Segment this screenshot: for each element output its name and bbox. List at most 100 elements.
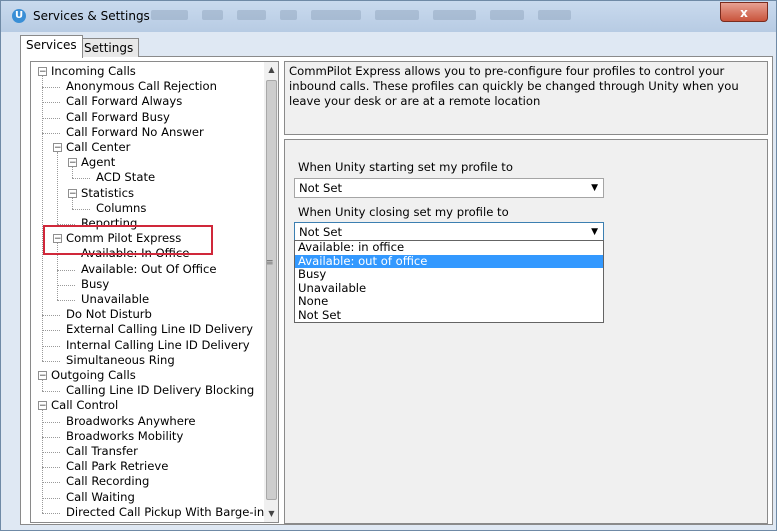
- dropdown-option[interactable]: Not Set: [295, 308, 603, 323]
- tree-item-label: Broadworks Anywhere: [66, 413, 196, 428]
- arrow-up-icon[interactable]: ▲: [264, 62, 278, 78]
- minus-box-icon[interactable]: −: [68, 158, 77, 168]
- tree-item[interactable]: Calling Line ID Delivery Blocking: [66, 383, 254, 398]
- tree-item-label: Outgoing Calls: [51, 368, 136, 382]
- tree-item-label: Simultaneous Ring: [66, 352, 175, 367]
- tree-item-label: Columns: [96, 200, 147, 215]
- tree-item[interactable]: Outgoing Calls: [51, 368, 136, 383]
- starting-profile-label: When Unity starting set my profile to: [298, 160, 513, 174]
- tree-item[interactable]: Busy: [81, 277, 109, 292]
- tree-item[interactable]: Call Park Retrieve: [66, 459, 168, 474]
- tree-item-label: Call Recording: [66, 474, 150, 489]
- scrollbar-thumb[interactable]: [266, 80, 277, 500]
- tree-item[interactable]: Call Center: [66, 140, 130, 155]
- dropdown-option[interactable]: Busy: [295, 267, 603, 282]
- tree-item[interactable]: Call Control: [51, 398, 118, 413]
- tree-branch-line: [57, 152, 58, 224]
- tree-item[interactable]: Do Not Disturb: [66, 307, 152, 322]
- annotation-highlight-box: [43, 225, 213, 255]
- tree-item[interactable]: Unavailable: [81, 292, 149, 307]
- tree-item[interactable]: Call Forward No Answer: [66, 125, 204, 140]
- tree-branch-line: [42, 410, 43, 513]
- tree-item[interactable]: Call Recording: [66, 474, 149, 489]
- tree-item-label: Available: Out Of Office: [81, 261, 217, 276]
- tree-branch-line: [42, 76, 43, 361]
- close-button[interactable]: x: [720, 2, 768, 22]
- tree-item-label: Call Forward Busy: [66, 109, 170, 124]
- minus-box-icon[interactable]: −: [38, 67, 47, 77]
- minus-box-icon[interactable]: −: [38, 371, 47, 381]
- tree-branch-line: [42, 421, 60, 423]
- tree-branch-line: [42, 512, 60, 514]
- tree-item[interactable]: Available: Out Of Office: [81, 262, 217, 277]
- tree-item-label: Call Park Retrieve: [66, 459, 169, 474]
- tree-item-label: Call Transfer: [66, 444, 138, 458]
- tree-item-label: External Calling Line ID Delivery: [66, 322, 254, 337]
- dropdown-option[interactable]: None: [295, 294, 603, 309]
- tree-item[interactable]: Statistics: [81, 186, 134, 201]
- unity-app-icon: U: [12, 9, 26, 23]
- tree-item-label: Unavailable: [81, 292, 150, 306]
- services-tree[interactable]: Incoming Calls − Anonymous Call Rejection C…: [30, 61, 279, 523]
- tree-item[interactable]: Columns: [96, 201, 146, 216]
- tree-branch-line: [42, 345, 60, 347]
- tree-branch-line: [57, 269, 75, 271]
- tree-branch-line: [72, 167, 73, 179]
- tree-item-label: Busy: [81, 276, 110, 291]
- starting-profile-select[interactable]: Not Set ▼: [294, 178, 604, 198]
- arrow-down-icon[interactable]: ▼: [264, 506, 278, 522]
- chevron-down-icon: ▼: [591, 227, 598, 237]
- tree-item-label: Statistics: [81, 185, 134, 200]
- tree-branch-line: [42, 436, 60, 438]
- tree-branch-line: [72, 197, 73, 209]
- tree-item[interactable]: Call Transfer: [66, 444, 138, 459]
- tab-settings[interactable]: Settings: [78, 38, 140, 57]
- title-bar[interactable]: U Services & Settings x: [1, 1, 776, 32]
- tree-item-label: Calling Line ID Delivery Blocking: [66, 383, 255, 398]
- service-description: CommPilot Express allows you to pre-conf…: [284, 61, 768, 135]
- minus-box-icon[interactable]: −: [68, 188, 77, 198]
- tree-item[interactable]: Anonymous Call Rejection: [66, 79, 217, 94]
- tab-services[interactable]: Services: [20, 35, 83, 58]
- tree-item[interactable]: Agent: [81, 155, 115, 170]
- tree-item[interactable]: Call Forward Busy: [66, 110, 170, 125]
- tree-item[interactable]: Simultaneous Ring: [66, 353, 175, 368]
- tree-item-label: Do Not Disturb: [66, 307, 152, 322]
- tree-item[interactable]: Internal Calling Line ID Delivery: [66, 338, 250, 353]
- tree-scrollbar[interactable]: ▲ ≡ ▼: [264, 62, 278, 522]
- tree-item-label: Directed Call Pickup With Barge-in: [66, 504, 265, 519]
- profile-settings-panel: When Unity starting set my profile to No…: [284, 139, 768, 524]
- tree-item-label: Call Forward No Answer: [66, 124, 204, 139]
- tree-item[interactable]: ACD State: [96, 170, 155, 185]
- tree-branch-line: [57, 300, 75, 301]
- tree-item-label: Incoming Calls: [51, 64, 136, 78]
- services-settings-window: U Services & Settings x Services Setting…: [0, 0, 777, 531]
- tree-branch-line: [72, 178, 90, 180]
- tree-item[interactable]: Broadworks Mobility: [66, 429, 183, 444]
- tree-item[interactable]: Directed Call Pickup With Barge-in: [66, 505, 264, 520]
- tree-item[interactable]: Broadworks Anywhere: [66, 414, 196, 429]
- closing-profile-dropdown-list[interactable]: Available: in office Available: out of o…: [294, 240, 604, 323]
- tree-item-label: Agent: [81, 155, 116, 170]
- tree-item[interactable]: Call Waiting: [66, 490, 135, 505]
- tree-branch-line: [42, 360, 60, 362]
- tree-item-label: Anonymous Call Rejection: [66, 79, 217, 94]
- tree-item[interactable]: Incoming Calls: [51, 64, 136, 79]
- dropdown-option[interactable]: Available: out of office: [295, 254, 603, 268]
- tree-item-label: Call Waiting: [66, 489, 135, 504]
- tree-item[interactable]: External Calling Line ID Delivery: [66, 322, 253, 337]
- tree-branch-line: [42, 117, 60, 119]
- tree-branch-line: [42, 132, 60, 134]
- grip-icon: ≡: [266, 258, 274, 268]
- dropdown-option[interactable]: Available: in office: [295, 240, 603, 255]
- dropdown-option[interactable]: Unavailable: [295, 281, 603, 296]
- tree-branch-line: [42, 391, 60, 393]
- minus-box-icon[interactable]: −: [53, 143, 62, 153]
- tree-item-label: Broadworks Mobility: [66, 428, 184, 443]
- tree-item-label: Call Forward Always: [66, 94, 183, 109]
- tree-branch-line: [42, 102, 60, 104]
- closing-profile-select[interactable]: Not Set ▼: [294, 222, 604, 242]
- tree-item-label: ACD State: [96, 170, 156, 185]
- tree-item[interactable]: Call Forward Always: [66, 94, 182, 109]
- minus-box-icon[interactable]: −: [38, 401, 47, 411]
